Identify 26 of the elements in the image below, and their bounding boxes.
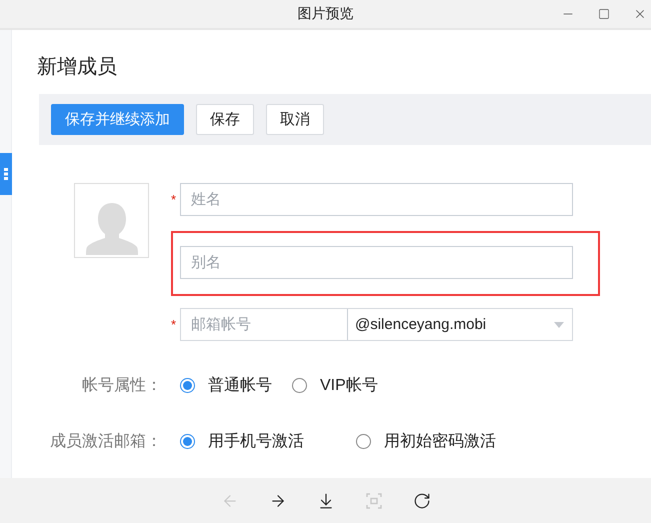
radio-option[interactable]: 普通帐号 bbox=[180, 374, 272, 396]
required-mark: * bbox=[171, 318, 178, 331]
radio-button[interactable] bbox=[292, 378, 307, 392]
input-field[interactable]: 别名 bbox=[180, 246, 573, 279]
sidebar-tab[interactable] bbox=[0, 153, 12, 195]
email-field[interactable]: 邮箱帐号 @silenceyang.mobi bbox=[180, 308, 573, 341]
action-button[interactable]: 取消 bbox=[266, 104, 324, 135]
window-title: 图片预览 bbox=[298, 5, 354, 23]
radio-button[interactable] bbox=[180, 434, 195, 448]
action-button[interactable]: 保存 bbox=[196, 104, 254, 135]
radio-option[interactable]: 用手机号激活 bbox=[180, 430, 304, 452]
dropdown-caret-icon bbox=[554, 322, 564, 328]
radio-button[interactable] bbox=[356, 434, 371, 448]
required-mark: * bbox=[171, 193, 178, 206]
domain-select[interactable]: @silenceyang.mobi bbox=[348, 309, 572, 340]
close-icon[interactable] bbox=[633, 7, 647, 21]
radio-option[interactable]: 用初始密码激活 bbox=[356, 430, 496, 452]
rotate-icon[interactable] bbox=[412, 492, 430, 510]
grip-icon bbox=[3, 167, 9, 181]
field-label: 成员激活邮箱： bbox=[49, 432, 162, 452]
radio-button[interactable] bbox=[180, 378, 195, 392]
field-label: 帐号属性： bbox=[81, 376, 162, 396]
maximize-icon[interactable] bbox=[597, 7, 611, 21]
input-field[interactable]: 姓名 bbox=[180, 183, 573, 216]
radio-option[interactable]: VIP帐号 bbox=[292, 374, 378, 396]
page-heading: 新增成员 bbox=[37, 55, 118, 80]
